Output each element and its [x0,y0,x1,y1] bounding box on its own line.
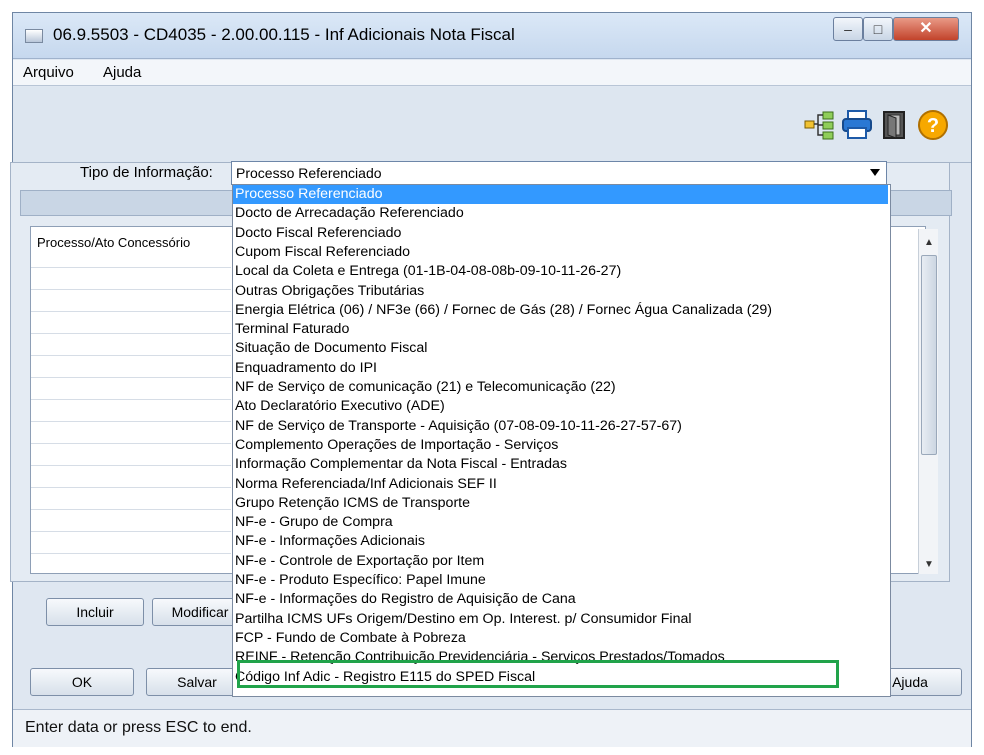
dropdown-option[interactable]: Outras Obrigações Tributárias [233,282,888,301]
grid-row-divider [31,377,231,378]
grid-row-divider [31,509,231,510]
toolbar: ? [13,87,971,163]
menu-arquivo[interactable]: Arquivo [23,64,74,81]
help-question-icon[interactable]: ? [917,109,949,141]
dropdown-option[interactable]: NF-e - Controle de Exportação por Item [233,552,888,571]
dropdown-option[interactable]: Partilha ICMS UFs Origem/Destino em Op. … [233,610,888,629]
dropdown-option[interactable]: Terminal Faturado [233,320,888,339]
tipo-informacao-select[interactable]: Processo Referenciado [231,161,887,185]
scroll-down-icon[interactable]: ▼ [924,559,934,570]
minimize-button[interactable]: – [833,17,863,41]
grid-row-divider [31,531,231,532]
annotation-highlight-box [237,660,839,688]
grid-scrollbar[interactable]: ▲ ▼ [918,229,938,574]
dropdown-option[interactable]: NF-e - Produto Específico: Papel Imune [233,571,888,590]
grid-column-header: Processo/Ato Concessório [37,235,191,250]
dropdown-option[interactable]: NF-e - Grupo de Compra [233,513,888,532]
dropdown-option[interactable]: FCP - Fundo de Combate à Pobreza [233,629,888,648]
grid-row-divider [31,553,231,554]
chevron-down-icon[interactable] [870,169,880,176]
menu-ajuda[interactable]: Ajuda [103,64,141,81]
grid-row-divider [31,311,231,312]
grid-row-divider [31,443,231,444]
grid-row-divider [31,465,231,466]
ok-button[interactable]: OK [30,668,134,696]
tipo-informacao-dropdown-list[interactable]: Processo Referenciado Docto de Arrecadaçã… [232,184,891,697]
grid-row-divider [31,355,231,356]
exit-door-icon[interactable] [879,109,911,141]
status-bar: Enter data or press ESC to end. [13,709,971,747]
printer-icon[interactable] [841,109,873,141]
grid-row-divider [31,267,231,268]
scroll-up-icon[interactable]: ▲ [924,237,934,248]
dropdown-option[interactable]: Informação Complementar da Nota Fiscal -… [233,455,888,474]
incluir-button[interactable]: Incluir [46,598,144,626]
dropdown-option[interactable]: Energia Elétrica (06) / NF3e (66) / Forn… [233,301,888,320]
dropdown-option[interactable]: Processo Referenciado [233,185,888,205]
app-icon [25,29,43,43]
grid-row-divider [31,487,231,488]
dropdown-option[interactable]: Ato Declaratório Executivo (ADE) [233,397,888,416]
svg-text:?: ? [927,115,939,137]
dropdown-option[interactable]: Cupom Fiscal Referenciado [233,243,888,262]
grid-row-divider [31,399,231,400]
dropdown-option[interactable]: Complemento Operações de Importação - Se… [233,436,888,455]
scroll-thumb[interactable] [921,255,937,455]
dropdown-option[interactable]: Grupo Retenção ICMS de Transporte [233,494,888,513]
dropdown-option[interactable]: Local da Coleta e Entrega (01-1B-04-08-0… [233,262,888,281]
tipo-informacao-label: Tipo de Informação: [80,164,213,181]
close-button[interactable]: ✕ [893,17,959,41]
menu-bar: Arquivo Ajuda [13,60,971,86]
dropdown-option[interactable]: NF-e - Informações do Registro de Aquisi… [233,590,888,609]
tree-structure-icon[interactable] [803,109,835,141]
dropdown-option[interactable]: Norma Referenciada/Inf Adicionais SEF II [233,475,888,494]
title-bar: 06.9.5503 - CD4035 - 2.00.00.115 - Inf A… [13,13,971,59]
dropdown-option[interactable]: Docto de Arrecadação Referenciado [233,204,888,223]
grid-row-divider [31,421,231,422]
dropdown-option[interactable]: Enquadramento do IPI [233,359,888,378]
grid-row-divider [31,289,231,290]
dropdown-option[interactable]: Situação de Documento Fiscal [233,339,888,358]
maximize-button[interactable]: □ [863,17,893,41]
tipo-informacao-value: Processo Referenciado [236,165,382,181]
dropdown-option[interactable]: NF de Serviço de comunicação (21) e Tele… [233,378,888,397]
window-title: 06.9.5503 - CD4035 - 2.00.00.115 - Inf A… [53,25,515,44]
dropdown-option[interactable]: NF-e - Informações Adicionais [233,532,888,551]
dropdown-option[interactable]: NF de Serviço de Transporte - Aquisição … [233,417,888,436]
status-text: Enter data or press ESC to end. [25,719,252,736]
grid-row-divider [31,333,231,334]
dropdown-option[interactable]: Docto Fiscal Referenciado [233,224,888,243]
